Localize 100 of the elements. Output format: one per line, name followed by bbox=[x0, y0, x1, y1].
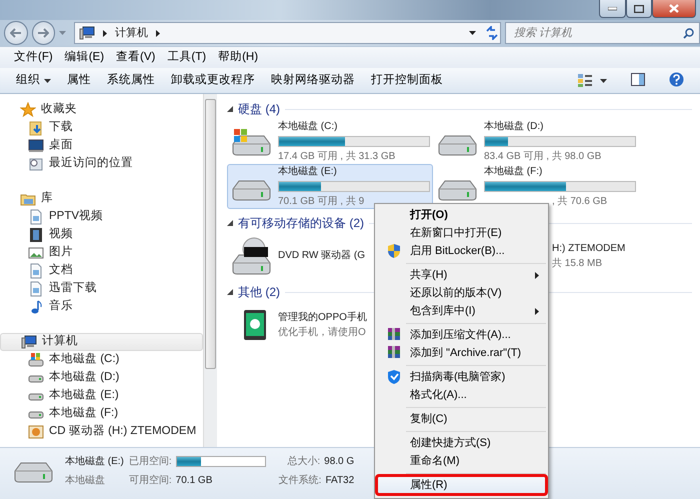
recent-places-icon bbox=[28, 156, 44, 172]
menu-item[interactable]: 添加到压缩文件(A)... bbox=[377, 326, 546, 344]
breadcrumb[interactable]: 计算机 bbox=[115, 24, 148, 42]
help-icon bbox=[669, 72, 684, 88]
minimize-button[interactable] bbox=[599, 0, 626, 18]
field-value: FAT32 bbox=[325, 474, 354, 488]
dropdown-caret-icon[interactable] bbox=[468, 31, 476, 35]
drive-tile[interactable]: 本地磁盘 (E:) 70.1 GB 可用 , 共 9 bbox=[227, 164, 433, 209]
address-bar[interactable]: 计算机 bbox=[74, 22, 501, 44]
item-caption: 83.4 GB 可用 , 共 98.0 GB bbox=[484, 150, 602, 164]
computer-icon bbox=[21, 334, 37, 350]
item-caption: 17.4 GB 可用 , 共 31.3 GB bbox=[278, 150, 396, 164]
refresh-icon[interactable] bbox=[484, 26, 500, 40]
collapse-triangle-icon[interactable] bbox=[227, 289, 233, 295]
nav-item[interactable]: 本地磁盘 (C:) bbox=[0, 351, 203, 369]
nav-item[interactable]: 下载 bbox=[0, 119, 203, 137]
toolbar-button[interactable]: 打开控制面板 bbox=[363, 70, 451, 92]
item-name: DVD RW 驱动器 (G bbox=[278, 249, 366, 263]
caret-icon bbox=[600, 78, 607, 82]
drive-tile[interactable]: 本地磁盘 (F:) , 共 70.6 GB bbox=[433, 164, 639, 209]
scrollbar[interactable] bbox=[203, 94, 217, 447]
nav-item[interactable]: 音乐 bbox=[0, 298, 203, 316]
menu-item[interactable]: 扫描病毒(电脑管家) bbox=[377, 368, 546, 386]
search-field[interactable]: 搜索 计算机 bbox=[504, 22, 700, 44]
menu-item[interactable]: 打开(O) bbox=[377, 206, 546, 224]
menu-item[interactable]: 创建快捷方式(S) bbox=[377, 434, 546, 452]
back-button[interactable] bbox=[4, 21, 28, 45]
item-caption: 70.1 GB 可用 , 共 9 bbox=[278, 194, 366, 209]
nav-item[interactable]: 最近访问的位置 bbox=[0, 155, 203, 173]
picture-icon bbox=[28, 245, 44, 261]
back-arrow-icon bbox=[10, 28, 22, 38]
menu-item[interactable]: 共享(H) bbox=[377, 266, 546, 284]
nav-item[interactable]: 本地磁盘 (F:) bbox=[0, 405, 203, 423]
nav-item[interactable]: 视频 bbox=[0, 226, 203, 244]
forward-button[interactable] bbox=[32, 21, 56, 45]
search-icon bbox=[682, 28, 694, 38]
item-name: 管理我的OPPO手机 bbox=[278, 310, 367, 324]
item-caption: , 共 70.6 GB bbox=[551, 194, 608, 209]
details-name: 本地磁盘 (E:) bbox=[65, 454, 124, 469]
group-heading: 其他 (2) bbox=[238, 284, 280, 301]
nav-item[interactable]: PPTV视频 bbox=[0, 208, 203, 226]
field-value: 98.0 G bbox=[324, 455, 354, 469]
item-name: 本地磁盘 (D:) bbox=[484, 120, 544, 134]
nav-item[interactable]: 迅雷下载 bbox=[0, 280, 203, 298]
nav-item[interactable]: 本地磁盘 (D:) bbox=[0, 369, 203, 387]
drive-tile[interactable]: 本地磁盘 (C:) 17.4 GB 可用 , 共 31.3 GB bbox=[227, 119, 433, 164]
field-label: 文件系统: bbox=[278, 474, 322, 488]
nav-item[interactable]: 库 bbox=[0, 190, 203, 208]
menu-item[interactable]: 包含到库中(I) bbox=[377, 302, 546, 320]
drive-tile[interactable]: 本地磁盘 (D:) 83.4 GB 可用 , 共 98.0 GB bbox=[433, 119, 639, 164]
document-icon bbox=[28, 209, 44, 225]
menu-item[interactable]: 文件(F) bbox=[8, 48, 59, 66]
menu-item[interactable]: 复制(C) bbox=[377, 410, 546, 428]
star-icon bbox=[20, 102, 36, 118]
menu-item[interactable]: 编辑(E) bbox=[58, 48, 110, 66]
caret-icon bbox=[44, 78, 51, 82]
collapse-triangle-icon[interactable] bbox=[227, 220, 233, 226]
close-button[interactable] bbox=[652, 0, 696, 18]
chevron-icon bbox=[156, 30, 160, 36]
menu-item[interactable]: 还原以前的版本(V) bbox=[377, 284, 546, 302]
menu-item[interactable]: 属性(R) bbox=[377, 476, 546, 494]
menu-item[interactable]: 帮助(H) bbox=[212, 48, 264, 66]
film-icon bbox=[28, 227, 44, 243]
view-list-icon bbox=[578, 74, 592, 87]
nav-item[interactable]: 文档 bbox=[0, 262, 203, 280]
toolbar-button[interactable]: 系统属性 bbox=[99, 70, 163, 92]
toolbar-button[interactable]: 卸载或更改程序 bbox=[163, 70, 263, 92]
toolbar-button[interactable]: 组织 bbox=[8, 70, 59, 92]
menu-item[interactable]: 添加到 "Archive.rar"(T) bbox=[377, 344, 546, 362]
maximize-icon bbox=[634, 4, 644, 12]
nav-item[interactable]: 本地磁盘 (E:) bbox=[0, 387, 203, 405]
shield-icon bbox=[387, 243, 401, 259]
menu-item[interactable]: 工具(T) bbox=[161, 48, 212, 66]
nav-item[interactable]: 计算机 bbox=[0, 333, 203, 351]
menu-item[interactable]: 在新窗口中打开(E) bbox=[377, 224, 546, 242]
collapse-triangle-icon[interactable] bbox=[227, 106, 233, 112]
group-heading: 有可移动存储的设备 (2) bbox=[238, 215, 364, 232]
item-name: 本地磁盘 (E:) bbox=[278, 164, 338, 179]
toolbar-button[interactable]: 映射网络驱动器 bbox=[263, 70, 363, 92]
menu-item[interactable]: 格式化(A)... bbox=[377, 386, 546, 404]
menu-item[interactable]: 查看(V) bbox=[110, 48, 162, 66]
computer-icon bbox=[79, 25, 96, 41]
forward-arrow-icon bbox=[37, 28, 50, 38]
cd-drive-icon bbox=[28, 424, 44, 440]
item-name: 本地磁盘 (C:) bbox=[278, 120, 338, 134]
toolbar-button[interactable]: 属性 bbox=[59, 70, 99, 92]
menu-item[interactable]: 重命名(M) bbox=[377, 452, 546, 470]
field-label: 总大小: bbox=[287, 454, 320, 469]
download-folder-icon bbox=[28, 120, 44, 136]
system-drive-icon bbox=[28, 352, 44, 368]
nav-item[interactable]: 图片 bbox=[0, 244, 203, 262]
nav-item[interactable]: 收藏夹 bbox=[0, 101, 203, 119]
submenu-arrow-icon bbox=[535, 272, 539, 278]
item-name: 本地磁盘 (F:) bbox=[484, 164, 544, 179]
maximize-button[interactable] bbox=[626, 0, 652, 18]
desktop-icon bbox=[28, 138, 44, 154]
nav-item[interactable]: CD 驱动器 (H:) ZTEMODEM bbox=[0, 423, 203, 441]
menu-item[interactable]: 启用 BitLocker(B)... bbox=[377, 242, 546, 260]
minimize-icon bbox=[608, 6, 617, 10]
nav-item[interactable]: 桌面 bbox=[0, 137, 203, 155]
